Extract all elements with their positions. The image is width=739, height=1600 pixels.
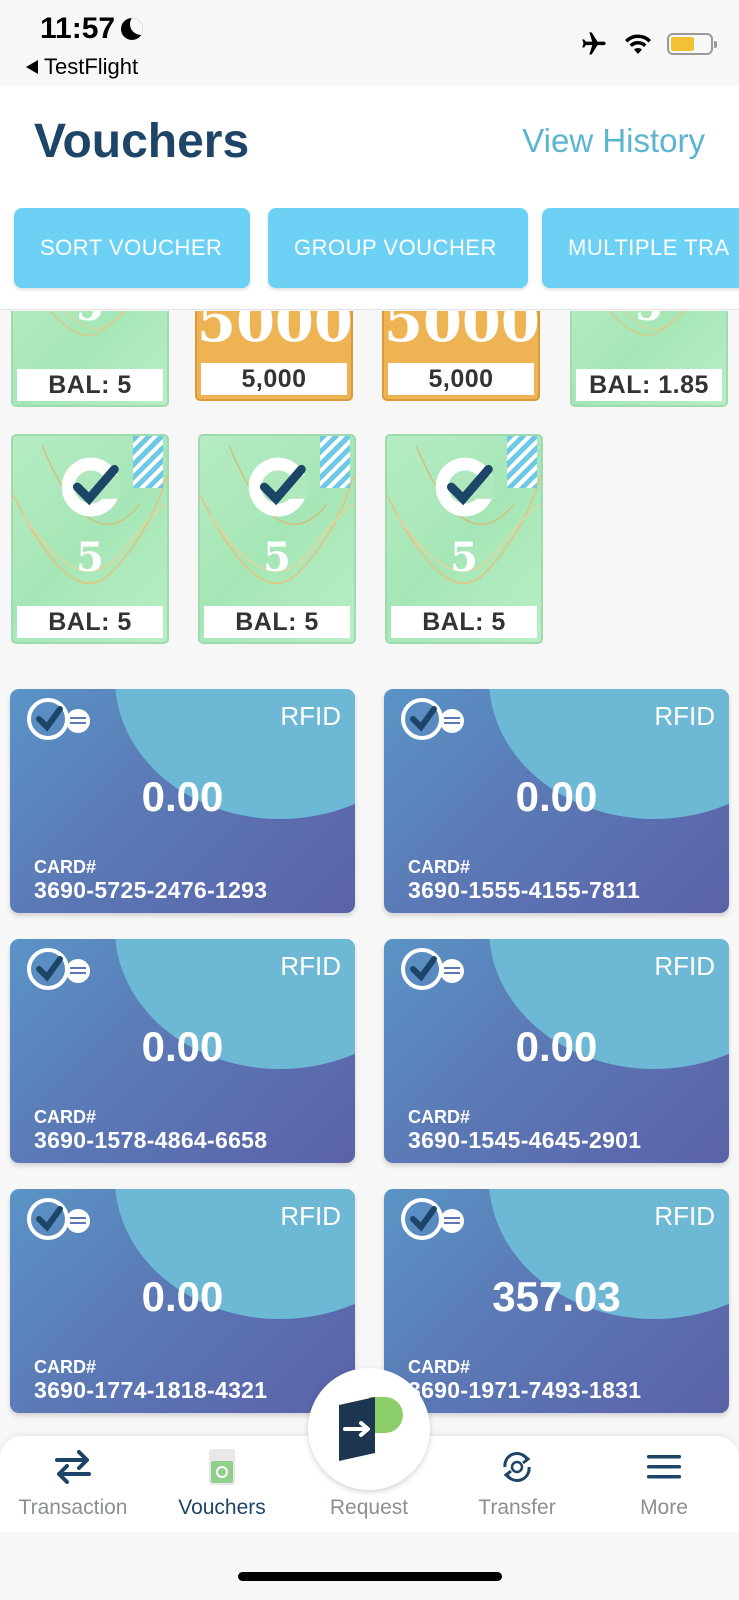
rfid-card[interactable]: RFID 0.00 CARD# 3690-1555-4155-7811	[384, 689, 729, 913]
goodkredit-logo-icon	[27, 698, 90, 740]
sort-voucher-button[interactable]: SORT VOUCHER	[14, 208, 250, 288]
menu-icon	[594, 1444, 734, 1490]
wifi-icon	[625, 34, 651, 54]
card-number: 3690-1555-4155-7811	[408, 877, 641, 903]
page-header: Vouchers View History	[0, 86, 739, 198]
goodkredit-logo-icon	[27, 948, 90, 990]
time-text: 11:57	[40, 12, 116, 45]
transfer-cycle-icon	[447, 1444, 587, 1490]
back-arrow-icon	[26, 60, 38, 74]
battery-icon	[667, 33, 717, 55]
rfid-tag: RFID	[280, 701, 341, 731]
rfid-card[interactable]: RFID 0.00 CARD# 3690-5725-2476-1293	[10, 689, 355, 913]
voucher-balance: BAL: 5	[391, 606, 537, 638]
tab-transaction[interactable]: Transaction	[3, 1444, 143, 1520]
tab-more[interactable]: More	[594, 1444, 734, 1520]
back-to-app-button[interactable]: TestFlight	[26, 54, 138, 80]
card-number: 3690-1774-1818-4321	[34, 1377, 268, 1403]
card-balance: 0.00	[515, 773, 598, 820]
rfid-card[interactable]: RFID 357.03 CARD# 3690-1971-7493-1831	[384, 1189, 729, 1413]
card-number: 3690-1971-7493-1831	[408, 1377, 642, 1403]
home-indicator	[238, 1572, 502, 1581]
card-number-label: CARD#	[408, 857, 471, 877]
status-icons	[579, 30, 717, 58]
rfid-tag: RFID	[280, 1201, 341, 1231]
voucher-card[interactable]: 5000 5,000	[195, 311, 353, 401]
tab-vouchers[interactable]: Vouchers	[152, 1444, 292, 1520]
goodkredit-logo-icon	[27, 1198, 90, 1240]
card-number-label: CARD#	[34, 857, 97, 877]
voucher-face-value: 5	[13, 311, 167, 330]
voucher-balance: 5,000	[201, 363, 347, 395]
rfid-tag: RFID	[654, 951, 715, 981]
stripe-decoration	[507, 436, 537, 488]
voucher-balance: BAL: 5	[204, 606, 350, 638]
rfid-card[interactable]: RFID 0.00 CARD# 3690-1578-4864-6658	[10, 939, 355, 1163]
voucher-card[interactable]: 5 BAL: 5	[11, 311, 169, 407]
goodkredit-logo-icon	[401, 1198, 464, 1240]
voucher-balance: BAL: 5	[17, 369, 163, 401]
card-number-label: CARD#	[408, 1107, 471, 1127]
multiple-transfer-button[interactable]: MULTIPLE TRA	[542, 208, 739, 288]
voucher-face-value: 5	[76, 534, 104, 581]
card-number-label: CARD#	[34, 1357, 97, 1377]
request-fab-button[interactable]	[308, 1368, 430, 1490]
voucher-face-value: 5	[450, 534, 478, 581]
voucher-face-value: 5	[263, 534, 291, 581]
voucher-face-value: 5000	[197, 311, 353, 355]
home-indicator-area	[0, 1532, 739, 1600]
voucher-card[interactable]: 5 BAL: 5	[11, 434, 169, 644]
rfid-tag: RFID	[280, 951, 341, 981]
status-bar: 11:57 TestFlight	[0, 0, 739, 86]
goodkredit-logo-icon	[401, 948, 464, 990]
stripe-decoration	[133, 436, 163, 488]
voucher-actions-bar[interactable]: SORT VOUCHER GROUP VOUCHER MULTIPLE TRA	[0, 198, 739, 310]
tab-label: Transfer	[478, 1496, 556, 1519]
rfid-tag: RFID	[654, 1201, 715, 1231]
card-balance: 0.00	[141, 773, 224, 820]
card-number: 3690-5725-2476-1293	[34, 877, 268, 903]
voucher-card[interactable]: 5 BAL: 5	[385, 434, 543, 644]
status-time: 11:57	[40, 12, 144, 46]
tab-label: Transaction	[18, 1496, 128, 1519]
card-balance: 0.00	[141, 1023, 224, 1070]
voucher-face-value: 5000	[384, 311, 540, 355]
view-history-link[interactable]: View History	[522, 122, 705, 160]
voucher-balance: BAL: 5	[17, 606, 163, 638]
tab-label: Vouchers	[178, 1496, 266, 1519]
back-app-label: TestFlight	[44, 54, 139, 79]
request-logo-icon	[339, 1397, 403, 1461]
card-balance: 0.00	[515, 1023, 598, 1070]
goodkredit-logo-icon	[401, 698, 464, 740]
card-number: 3690-1578-4864-6658	[34, 1127, 268, 1153]
tab-label: More	[640, 1496, 688, 1519]
page-title: Vouchers	[34, 115, 250, 168]
tab-label: Request	[329, 1496, 409, 1519]
airplane-icon	[582, 32, 606, 55]
voucher-balance: BAL: 1.85	[576, 369, 722, 401]
voucher-card[interactable]: 5000 5,000	[382, 311, 540, 401]
card-number-label: CARD#	[34, 1107, 97, 1127]
moon-icon	[121, 18, 144, 40]
rfid-tag: RFID	[654, 701, 715, 731]
voucher-face-value: 5	[572, 311, 726, 330]
card-balance: 357.03	[492, 1273, 621, 1320]
rfid-card[interactable]: RFID 0.00 CARD# 3690-1774-1818-4321	[10, 1189, 355, 1413]
voucher-balance: 5,000	[388, 363, 534, 395]
voucher-card[interactable]: 5 BAL: 5	[198, 434, 356, 644]
card-number-label: CARD#	[408, 1357, 471, 1377]
card-balance: 0.00	[141, 1273, 224, 1320]
card-number: 3690-1545-4645-2901	[408, 1127, 642, 1153]
group-voucher-button[interactable]: GROUP VOUCHER	[268, 208, 528, 288]
rfid-card[interactable]: RFID 0.00 CARD# 3690-1545-4645-2901	[384, 939, 729, 1163]
arrows-swap-icon	[3, 1444, 143, 1490]
stripe-decoration	[320, 436, 350, 488]
voucher-list[interactable]: 5 BAL: 5 5000 5,000 5000 5,000 5 BAL: 1.…	[0, 311, 739, 1436]
tab-transfer[interactable]: Transfer	[447, 1444, 587, 1520]
voucher-card[interactable]: 5 BAL: 1.85	[570, 311, 728, 407]
voucher-icon	[152, 1444, 292, 1490]
